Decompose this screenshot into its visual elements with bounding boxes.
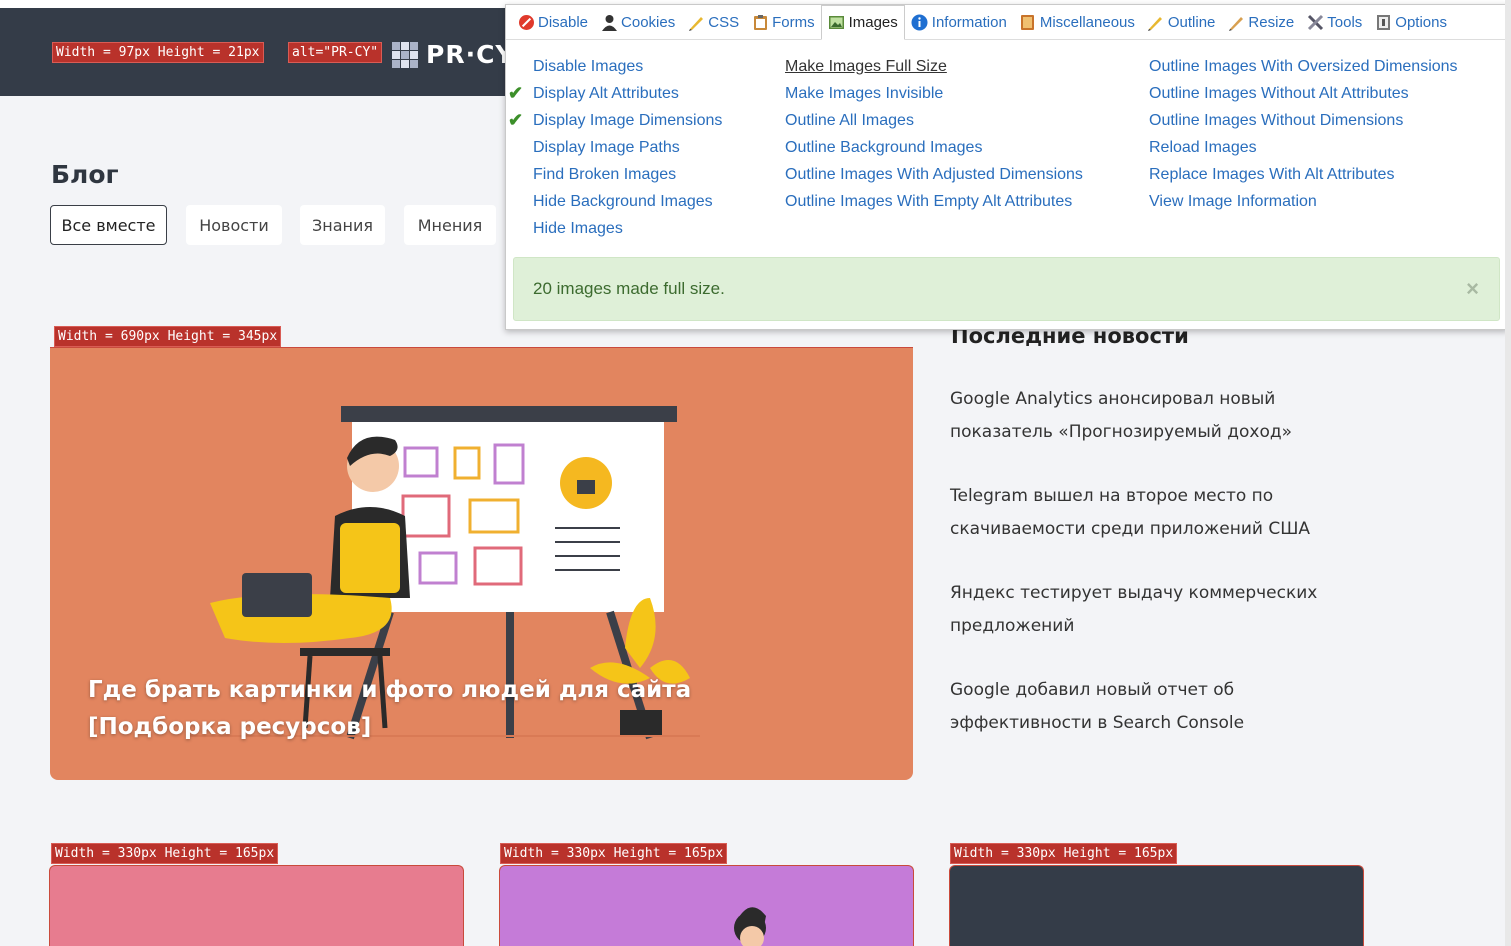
images-menu-column-3: Outline Images With Oversized Dimensions… [1149,53,1458,215]
outline-icon [1147,13,1165,31]
hero-post-card[interactable]: Где брать картинки и фото людей для сайт… [50,347,913,780]
menu-display-image-dimensions[interactable]: ✔ Display Image Dimensions [508,107,722,134]
site-logo[interactable]: PR·CY [392,40,515,69]
css-icon [687,13,705,31]
menu-make-images-invisible[interactable]: Make Images Invisible [785,80,1083,107]
page-title: Блог [51,160,119,189]
resize-icon [1227,13,1245,31]
menu-replace-with-alt[interactable]: Replace Images With Alt Attributes [1149,161,1458,188]
tab-cookies[interactable]: Cookies [594,6,681,39]
information-icon [911,13,929,31]
web-developer-panel: Disable Cookies CSS Forms Images Informa… [505,4,1508,330]
thumb-dimension-label: Width = 330px Height = 165px [51,843,279,864]
images-menu-column-1: Disable Images ✔ Display Alt Attributes ✔… [508,53,722,242]
check-icon: ✔ [508,110,524,130]
image-alt-label: alt="PR-CY" [288,42,383,63]
post-thumbnail[interactable] [499,865,914,946]
miscellaneous-icon [1019,13,1037,31]
thumbnail-illustration [734,907,766,946]
hero-post-title[interactable]: Где брать картинки и фото людей для сайт… [88,672,808,746]
thumb-dimension-label: Width = 330px Height = 165px [950,843,1178,864]
tools-icon [1306,13,1324,31]
logo-text: PR·CY [426,40,515,69]
alert-message: 20 images made full size. [533,279,725,298]
menu-outline-adjusted-dimensions[interactable]: Outline Images With Adjusted Dimensions [785,161,1083,188]
filter-opinions[interactable]: Мнения [404,205,496,245]
post-thumbnail[interactable] [949,865,1364,946]
tab-outline[interactable]: Outline [1141,6,1222,39]
tab-css[interactable]: CSS [681,6,745,39]
tab-disable[interactable]: Disable [511,6,594,39]
menu-display-image-paths[interactable]: Display Image Paths [508,134,722,161]
tab-tools[interactable]: Tools [1300,6,1368,39]
image-dimension-label: Width = 97px Height = 21px [52,42,264,63]
menu-outline-all-images[interactable]: Outline All Images [785,107,1083,134]
filter-news[interactable]: Новости [186,205,282,245]
menu-outline-empty-alt[interactable]: Outline Images With Empty Alt Attributes [785,188,1083,215]
tab-resize[interactable]: Resize [1221,6,1300,39]
news-item[interactable]: Telegram вышел на второе место по скачив… [950,480,1330,546]
web-developer-tabs: Disable Cookies CSS Forms Images Informa… [506,5,1507,40]
news-item[interactable]: Google добавил новый отчет об эффективно… [950,674,1330,740]
cookies-icon [600,13,618,31]
check-icon: ✔ [508,83,524,103]
options-icon [1374,13,1392,31]
images-icon [828,14,846,32]
news-item[interactable]: Google Analytics анонсировал новый показ… [950,383,1330,449]
news-item[interactable]: Яндекс тестирует выдачу коммерческих пре… [950,577,1330,643]
menu-hide-images[interactable]: Hide Images [508,215,722,242]
menu-reload-images[interactable]: Reload Images [1149,134,1458,161]
close-icon[interactable]: × [1466,276,1479,302]
forms-icon [751,13,769,31]
filter-knowledge[interactable]: Знания [300,205,385,245]
disable-icon [517,13,535,31]
menu-disable-images[interactable]: Disable Images [508,53,722,80]
menu-outline-oversized[interactable]: Outline Images With Oversized Dimensions [1149,53,1458,80]
menu-hide-background-images[interactable]: Hide Background Images [508,188,722,215]
images-menu-column-2: Make Images Full Size Make Images Invisi… [785,53,1083,215]
menu-view-image-information[interactable]: View Image Information [1149,188,1458,215]
menu-outline-without-alt[interactable]: Outline Images Without Alt Attributes [1149,80,1458,107]
tab-information[interactable]: Information [905,6,1013,39]
thumb-dimension-label: Width = 330px Height = 165px [500,843,728,864]
success-alert: 20 images made full size. × [513,257,1500,321]
filter-all[interactable]: Все вместе [50,205,167,245]
tab-miscellaneous[interactable]: Miscellaneous [1013,6,1141,39]
tab-forms[interactable]: Forms [745,6,821,39]
menu-outline-without-dimensions[interactable]: Outline Images Without Dimensions [1149,107,1458,134]
menu-find-broken-images[interactable]: Find Broken Images [508,161,722,188]
post-thumbnail[interactable] [49,865,464,946]
tab-images[interactable]: Images [820,5,905,40]
tab-options[interactable]: Options [1368,6,1453,39]
logo-mark-icon [392,41,418,68]
menu-make-images-full-size[interactable]: Make Images Full Size [785,53,1083,80]
menu-outline-background-images[interactable]: Outline Background Images [785,134,1083,161]
hero-dimension-label: Width = 690px Height = 345px [54,326,282,347]
menu-display-alt-attributes[interactable]: ✔ Display Alt Attributes [508,80,722,107]
scrollbar[interactable] [1505,0,1511,946]
